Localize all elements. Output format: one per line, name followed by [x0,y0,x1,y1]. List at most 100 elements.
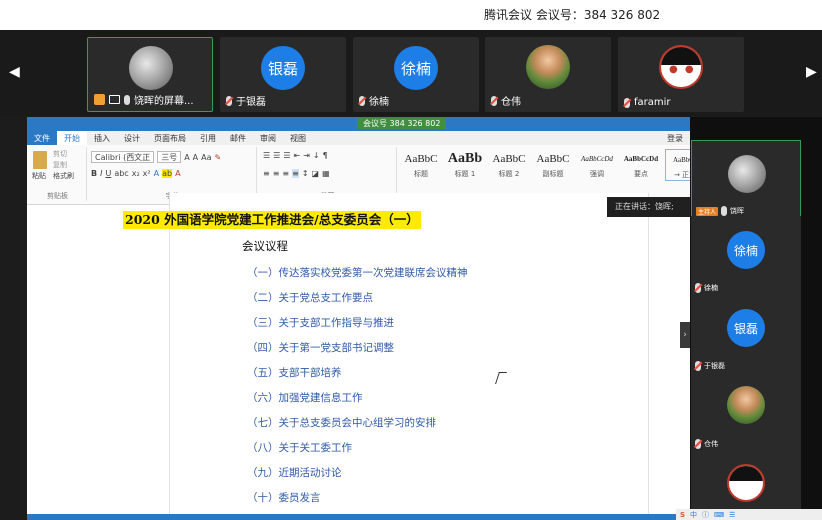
tray-icon[interactable]: ⌨ [714,511,724,519]
agenda-item: （七）关于总支委员会中心组学习的安排 [247,417,436,429]
status-bar [27,514,690,520]
avatar: 银磊 [261,46,305,90]
tray-icon[interactable]: ⓘ [702,510,709,520]
shrink-font-icon[interactable]: A [193,153,198,162]
panel-video-tile[interactable] [691,450,801,510]
tab-layout[interactable]: 页面布局 [147,131,193,145]
highlight-icon[interactable]: ab [162,169,173,178]
system-tray: S 中 ⓘ ⌨ ☰ [676,509,822,520]
tab-insert[interactable]: 插入 [87,131,117,145]
input-method-icon[interactable]: S [680,511,685,519]
tray-icon[interactable]: ☰ [729,511,735,519]
meeting-titlebar: 腾讯会议 会议号：384 326 802 [0,0,822,30]
font-name-select[interactable]: Calibri (西文正 [91,151,155,163]
speaking-indicator: 正在讲话：饶晖; [607,197,691,217]
multilevel-icon[interactable]: ☰ [283,151,290,160]
tab-home[interactable]: 开始 [57,131,87,145]
host-badge: 主持人 [696,206,719,216]
style-option[interactable]: AaBbC 标题 [401,149,441,181]
participant-name: 仓伟 [704,440,718,448]
collapse-panel-chevron-icon[interactable]: › [680,322,690,348]
strip-next-arrow-icon[interactable]: ▶ [806,64,817,80]
shading-icon[interactable]: ◪ [312,169,320,178]
video-tile-screen-share[interactable]: 饶晖的屏幕... [87,37,213,112]
video-tile[interactable]: 仓伟 [485,37,611,112]
shared-word-window: 会议号 384 326 802 文件 开始 插入 设计 页面布局 引用 邮件 审… [27,117,705,520]
panel-video-tile[interactable]: 银磊 于银磊 [691,294,801,374]
superscript-icon[interactable]: x² [143,169,151,178]
decrease-indent-icon[interactable]: ⇤ [294,151,301,160]
tab-file[interactable]: 文件 [27,131,57,145]
tab-design[interactable]: 设计 [117,131,147,145]
show-marks-icon[interactable]: ¶ [323,151,328,160]
font-size-select[interactable]: 三号 [157,151,182,163]
line-spacing-icon[interactable]: ↕ [302,169,309,178]
align-right-icon[interactable]: ≡ [282,169,289,178]
participant-name: 饶晖 [730,207,745,215]
mic-muted-icon [624,97,630,108]
format-painter-button[interactable]: 格式刷 [53,171,74,181]
increase-indent-icon[interactable]: ⇥ [303,151,310,160]
ribbon-tabs: 文件 开始 插入 设计 页面布局 引用 邮件 审阅 视图 登录 [27,131,690,145]
subscript-icon[interactable]: x₂ [132,169,140,178]
agenda-item: （六）加强党建信息工作 [247,392,363,404]
copy-button[interactable]: 复制 [53,160,67,170]
font-color-icon[interactable]: A [175,169,180,178]
agenda-item: （八）关于关工委工作 [247,442,352,454]
mic-icon [124,94,130,105]
tab-mailings[interactable]: 邮件 [223,131,253,145]
align-left-icon[interactable]: ≡ [263,169,270,178]
tray-icon[interactable]: 中 [690,510,697,520]
meeting-id-tag: 会议号 384 326 802 [357,118,447,129]
avatar [728,155,766,193]
strikethrough-icon[interactable]: abc [114,169,128,178]
avatar [129,46,173,90]
grow-font-icon[interactable]: A [184,153,189,162]
tab-view[interactable]: 视图 [283,131,313,145]
borders-icon[interactable]: ▦ [322,169,330,178]
panel-video-tile[interactable]: 仓伟 [691,372,801,452]
agenda-item: （四）关于第一党支部书记调整 [247,342,394,354]
tab-review[interactable]: 审阅 [253,131,283,145]
panel-video-tile[interactable]: 徐楠 徐楠 [691,216,801,296]
paste-button[interactable]: 粘贴 [32,171,46,181]
video-tile[interactable]: faramir [618,37,744,112]
justify-icon[interactable]: ≡ [292,169,299,178]
tab-references[interactable]: 引用 [193,131,223,145]
strip-prev-arrow-icon[interactable]: ◀ [9,64,20,80]
italic-icon[interactable]: I [100,169,102,178]
underline-icon[interactable]: U [105,169,111,178]
participant-name: 徐楠 [369,97,389,108]
video-tile[interactable]: 徐楠 徐楠 [353,37,479,112]
numbering-icon[interactable]: ☰ [273,151,280,160]
sort-icon[interactable]: ↓ [313,151,320,160]
mic-muted-icon [359,95,365,106]
style-option[interactable]: AaBbCcDd 要点 [621,149,661,181]
align-center-icon[interactable]: ≡ [273,169,280,178]
bold-icon[interactable]: B [91,169,97,178]
clear-format-icon[interactable]: ✎ [215,153,222,162]
video-tile[interactable]: 银磊 于银磊 [220,37,346,112]
avatar: 徐楠 [727,231,765,269]
participant-name: 仓伟 [501,97,521,108]
text-effect-icon[interactable]: A [154,169,159,178]
avatar: 银磊 [727,309,765,347]
cut-button[interactable]: 剪切 [53,149,67,159]
style-option[interactable]: AaBbCcDd 强调 [577,149,617,181]
clipboard-group: 粘贴 剪切 复制 格式刷 剪贴板 [29,147,87,201]
style-option[interactable]: AaBb 标题 1 [445,149,485,181]
paste-icon[interactable] [33,151,47,169]
login-link[interactable]: 登录 [660,131,690,145]
panel-video-tile[interactable]: 主持人 饶晖 [691,140,801,220]
agenda-item: （二）关于党总支工作要点 [247,292,373,304]
style-option[interactable]: AaBbC 标题 2 [489,149,529,181]
bullets-icon[interactable]: ☰ [263,151,270,160]
mic-muted-icon [226,95,232,106]
screen-share-icon [109,95,120,104]
style-option[interactable]: AaBbC 副标题 [533,149,573,181]
avatar [727,386,765,424]
agenda-item: （一）传达落实校党委第一次党建联席会议精神 [247,267,468,279]
document-page[interactable] [169,193,649,520]
styles-gallery: AaBbC 标题 AaBb 标题 1 AaBbC 标题 2 AaBbC 副标题 AaBb… [401,149,705,181]
change-case-icon[interactable]: Aa [201,153,211,162]
